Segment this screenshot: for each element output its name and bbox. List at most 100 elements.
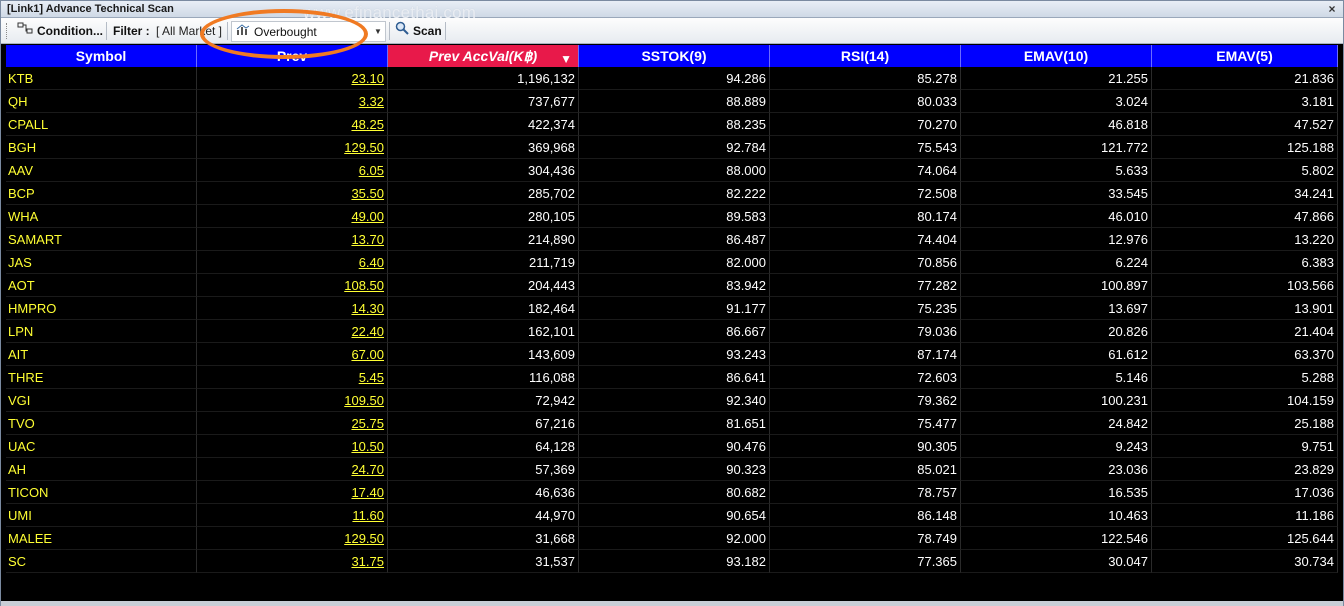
rsi-cell: 86.148 (770, 504, 961, 527)
emav10-cell: 21.255 (961, 67, 1152, 90)
prev-cell[interactable]: 49.00 (197, 205, 388, 228)
table-row[interactable]: MALEE 129.50 31,668 92.000 78.749 122.546 125.… (6, 527, 1338, 550)
symbol-cell[interactable]: UAC (6, 435, 197, 458)
column-header-symbol[interactable]: Symbol (6, 45, 197, 67)
column-header-emav5[interactable]: EMAV(5) (1152, 45, 1338, 67)
prev-cell[interactable]: 10.50 (197, 435, 388, 458)
symbol-cell[interactable]: UMI (6, 504, 197, 527)
table-row[interactable]: HMPRO 14.30 182,464 91.177 75.235 13.697 13.90… (6, 297, 1338, 320)
symbol-cell[interactable]: AAV (6, 159, 197, 182)
table-row[interactable]: SAMART 13.70 214,890 86.487 74.404 12.976 13.2… (6, 228, 1338, 251)
sstok-cell: 93.182 (579, 550, 770, 573)
emav5-cell: 21.404 (1152, 320, 1338, 343)
symbol-cell[interactable]: CPALL (6, 113, 197, 136)
symbol-cell[interactable]: TICON (6, 481, 197, 504)
prev-cell[interactable]: 129.50 (197, 527, 388, 550)
symbol-cell[interactable]: MALEE (6, 527, 197, 550)
toolbar-grip[interactable] (6, 23, 9, 39)
symbol-cell[interactable]: AIT (6, 343, 197, 366)
table-row[interactable]: LPN 22.40 162,101 86.667 79.036 20.826 21.404 (6, 320, 1338, 343)
symbol-cell[interactable]: SAMART (6, 228, 197, 251)
symbol-cell[interactable]: HMPRO (6, 297, 197, 320)
toolbar-separator (445, 22, 446, 40)
magnifier-icon (395, 21, 409, 41)
toolbar-separator (106, 22, 107, 40)
table-row[interactable]: TVO 25.75 67,216 81.651 75.477 24.842 25.188 (6, 412, 1338, 435)
window-titlebar[interactable]: [Link1] Advance Technical Scan × (1, 1, 1343, 18)
prev-cell[interactable]: 67.00 (197, 343, 388, 366)
prev-cell[interactable]: 17.40 (197, 481, 388, 504)
prev-cell[interactable]: 48.25 (197, 113, 388, 136)
rsi-cell: 79.362 (770, 389, 961, 412)
chevron-down-icon[interactable]: ▼ (371, 27, 385, 36)
emav5-cell: 11.186 (1152, 504, 1338, 527)
table-row[interactable]: SC 31.75 31,537 93.182 77.365 30.047 30.734 (6, 550, 1338, 573)
symbol-cell[interactable]: QH (6, 90, 197, 113)
symbol-cell[interactable]: BGH (6, 136, 197, 159)
table-row[interactable]: AIT 67.00 143,609 93.243 87.174 61.612 63.370 (6, 343, 1338, 366)
column-header-sstok[interactable]: SSTOK(9) (579, 45, 770, 67)
condition-button[interactable]: Condition... (13, 21, 107, 41)
prev-cell[interactable]: 3.32 (197, 90, 388, 113)
emav5-cell: 25.188 (1152, 412, 1338, 435)
emav10-cell: 30.047 (961, 550, 1152, 573)
prev-cell[interactable]: 31.75 (197, 550, 388, 573)
symbol-cell[interactable]: TVO (6, 412, 197, 435)
rsi-cell: 79.036 (770, 320, 961, 343)
symbol-cell[interactable]: BCP (6, 182, 197, 205)
symbol-cell[interactable]: WHA (6, 205, 197, 228)
column-header-emav10[interactable]: EMAV(10) (961, 45, 1152, 67)
table-row[interactable]: TICON 17.40 46,636 80.682 78.757 16.535 17.036 (6, 481, 1338, 504)
table-row[interactable]: CPALL 48.25 422,374 88.235 70.270 46.818 47.52… (6, 113, 1338, 136)
symbol-cell[interactable]: AOT (6, 274, 197, 297)
symbol-cell[interactable]: LPN (6, 320, 197, 343)
sort-descending-icon: ▼ (560, 52, 572, 66)
prev-cell[interactable]: 35.50 (197, 182, 388, 205)
emav10-cell: 13.697 (961, 297, 1152, 320)
prev-cell[interactable]: 6.05 (197, 159, 388, 182)
table-row[interactable]: WHA 49.00 280,105 89.583 80.174 46.010 47.866 (6, 205, 1338, 228)
prev-cell[interactable]: 109.50 (197, 389, 388, 412)
table-row[interactable]: UMI 11.60 44,970 90.654 86.148 10.463 11.186 (6, 504, 1338, 527)
horizontal-scrollbar[interactable] (1, 601, 1343, 606)
emav10-cell: 9.243 (961, 435, 1152, 458)
prev-cell[interactable]: 6.40 (197, 251, 388, 274)
table-row[interactable]: AH 24.70 57,369 90.323 85.021 23.036 23.829 (6, 458, 1338, 481)
prev-cell[interactable]: 108.50 (197, 274, 388, 297)
prev-cell[interactable]: 24.70 (197, 458, 388, 481)
symbol-cell[interactable]: KTB (6, 67, 197, 90)
prev-cell[interactable]: 129.50 (197, 136, 388, 159)
window-title: [Link1] Advance Technical Scan (7, 3, 174, 15)
emav10-cell: 61.612 (961, 343, 1152, 366)
symbol-cell[interactable]: AH (6, 458, 197, 481)
table-row[interactable]: AOT 108.50 204,443 83.942 77.282 100.897 103.5… (6, 274, 1338, 297)
table-row[interactable]: THRE 5.45 116,088 86.641 72.603 5.146 5.288 (6, 366, 1338, 389)
prev-cell[interactable]: 23.10 (197, 67, 388, 90)
prev-cell[interactable]: 5.45 (197, 366, 388, 389)
table-row[interactable]: QH 3.32 737,677 88.889 80.033 3.024 3.181 (6, 90, 1338, 113)
table-row[interactable]: UAC 10.50 64,128 90.476 90.305 9.243 9.751 (6, 435, 1338, 458)
emav10-cell: 23.036 (961, 458, 1152, 481)
column-header-prev-accval[interactable]: Prev AccVal(K฿) ▼ (388, 45, 579, 67)
prev-cell[interactable]: 25.75 (197, 412, 388, 435)
prev-cell[interactable]: 14.30 (197, 297, 388, 320)
table-row[interactable]: BGH 129.50 369,968 92.784 75.543 121.772 125.1… (6, 136, 1338, 159)
prev-cell[interactable]: 13.70 (197, 228, 388, 251)
symbol-cell[interactable]: SC (6, 550, 197, 573)
prev-accval-cell: 44,970 (388, 504, 579, 527)
symbol-cell[interactable]: JAS (6, 251, 197, 274)
symbol-cell[interactable]: THRE (6, 366, 197, 389)
close-icon[interactable]: × (1325, 2, 1339, 16)
table-row[interactable]: JAS 6.40 211,719 82.000 70.856 6.224 6.383 (6, 251, 1338, 274)
column-header-rsi[interactable]: RSI(14) (770, 45, 961, 67)
symbol-cell[interactable]: VGI (6, 389, 197, 412)
prev-cell[interactable]: 11.60 (197, 504, 388, 527)
emav5-cell: 104.159 (1152, 389, 1338, 412)
table-row[interactable]: KTB 23.10 1,196,132 94.286 85.278 21.255 21.83… (6, 67, 1338, 90)
scan-button[interactable]: Scan (391, 21, 446, 41)
prev-cell[interactable]: 22.40 (197, 320, 388, 343)
table-row[interactable]: VGI 109.50 72,942 92.340 79.362 100.231 104.15… (6, 389, 1338, 412)
table-row[interactable]: AAV 6.05 304,436 88.000 74.064 5.633 5.802 (6, 159, 1338, 182)
table-body: KTB 23.10 1,196,132 94.286 85.278 21.255 21.83… (6, 67, 1338, 573)
table-row[interactable]: BCP 35.50 285,702 82.222 72.508 33.545 34.241 (6, 182, 1338, 205)
